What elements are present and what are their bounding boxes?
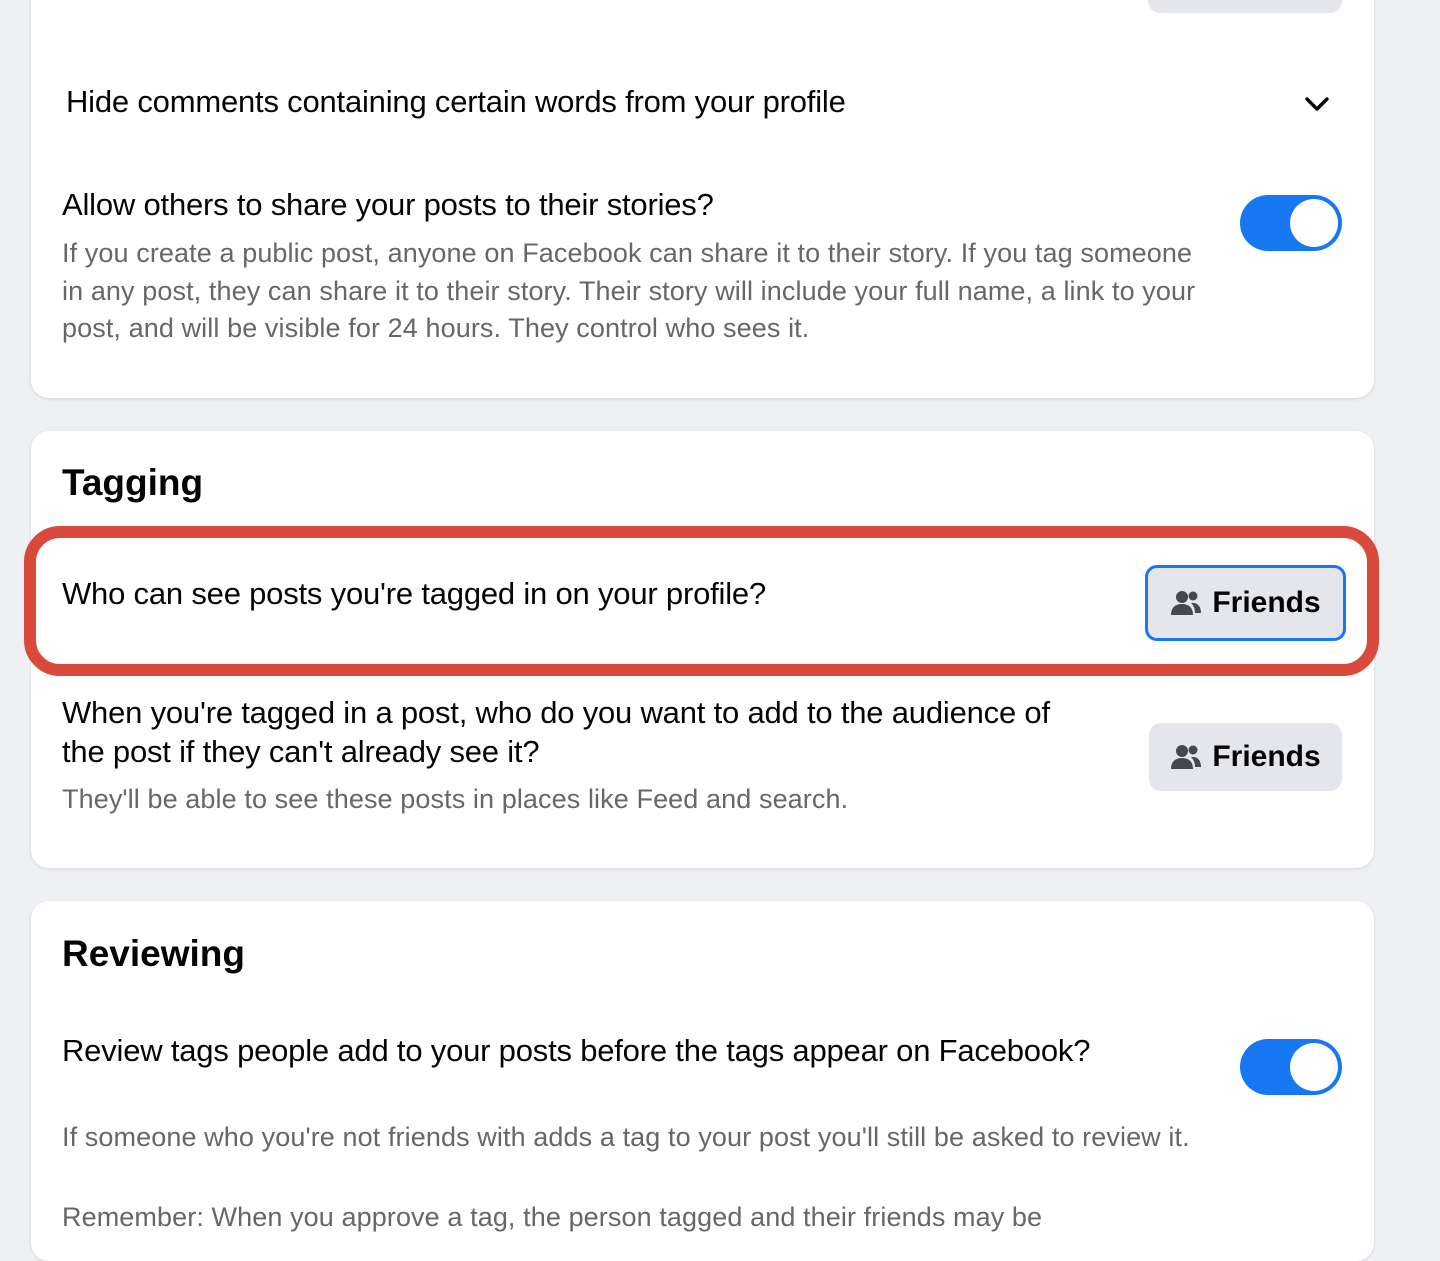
audience-label: Friends — [1212, 740, 1321, 773]
review-tags-title: Review tags people add to your posts bef… — [62, 1033, 1091, 1068]
add-to-audience-button[interactable]: Friends — [1149, 723, 1342, 791]
chevron-down-icon[interactable] — [1301, 88, 1333, 120]
toggle-knob — [1290, 199, 1338, 247]
audience-label: Friends — [1212, 586, 1321, 619]
share-to-stories-description: If you create a public post, anyone on F… — [62, 238, 1196, 343]
review-tags-toggle[interactable] — [1240, 1039, 1342, 1095]
add-to-audience-title: When you're tagged in a post, who do you… — [62, 695, 1050, 769]
review-tags-description: If someone who you're not friends with a… — [62, 1122, 1190, 1152]
toggle-knob — [1290, 1043, 1338, 1091]
reviewing-heading: Reviewing — [62, 933, 245, 974]
who-can-see-tagged-audience-button[interactable]: Friends — [1145, 565, 1346, 641]
friends-icon — [1171, 745, 1202, 769]
review-tags-note: Remember: When you approve a tag, the pe… — [62, 1202, 1043, 1232]
share-to-stories-title: Allow others to share your posts to thei… — [62, 187, 714, 222]
tagging-heading: Tagging — [62, 462, 204, 503]
who-can-see-tagged-posts-label: Who can see posts you're tagged in on yo… — [62, 576, 766, 611]
privacy-settings-card: Hide comments containing certain words f… — [31, 0, 1374, 398]
reviewing-card: Reviewing Review tags people add to your… — [31, 901, 1374, 1261]
tagging-card: Tagging Who can see posts you're tagged … — [31, 431, 1374, 868]
audience-button-cut-off[interactable] — [1148, 0, 1342, 13]
friends-icon — [1171, 591, 1202, 615]
share-to-stories-toggle[interactable] — [1240, 195, 1342, 251]
add-to-audience-description: They'll be able to see these posts in pl… — [62, 784, 849, 814]
hide-comments-label[interactable]: Hide comments containing certain words f… — [66, 82, 1216, 121]
